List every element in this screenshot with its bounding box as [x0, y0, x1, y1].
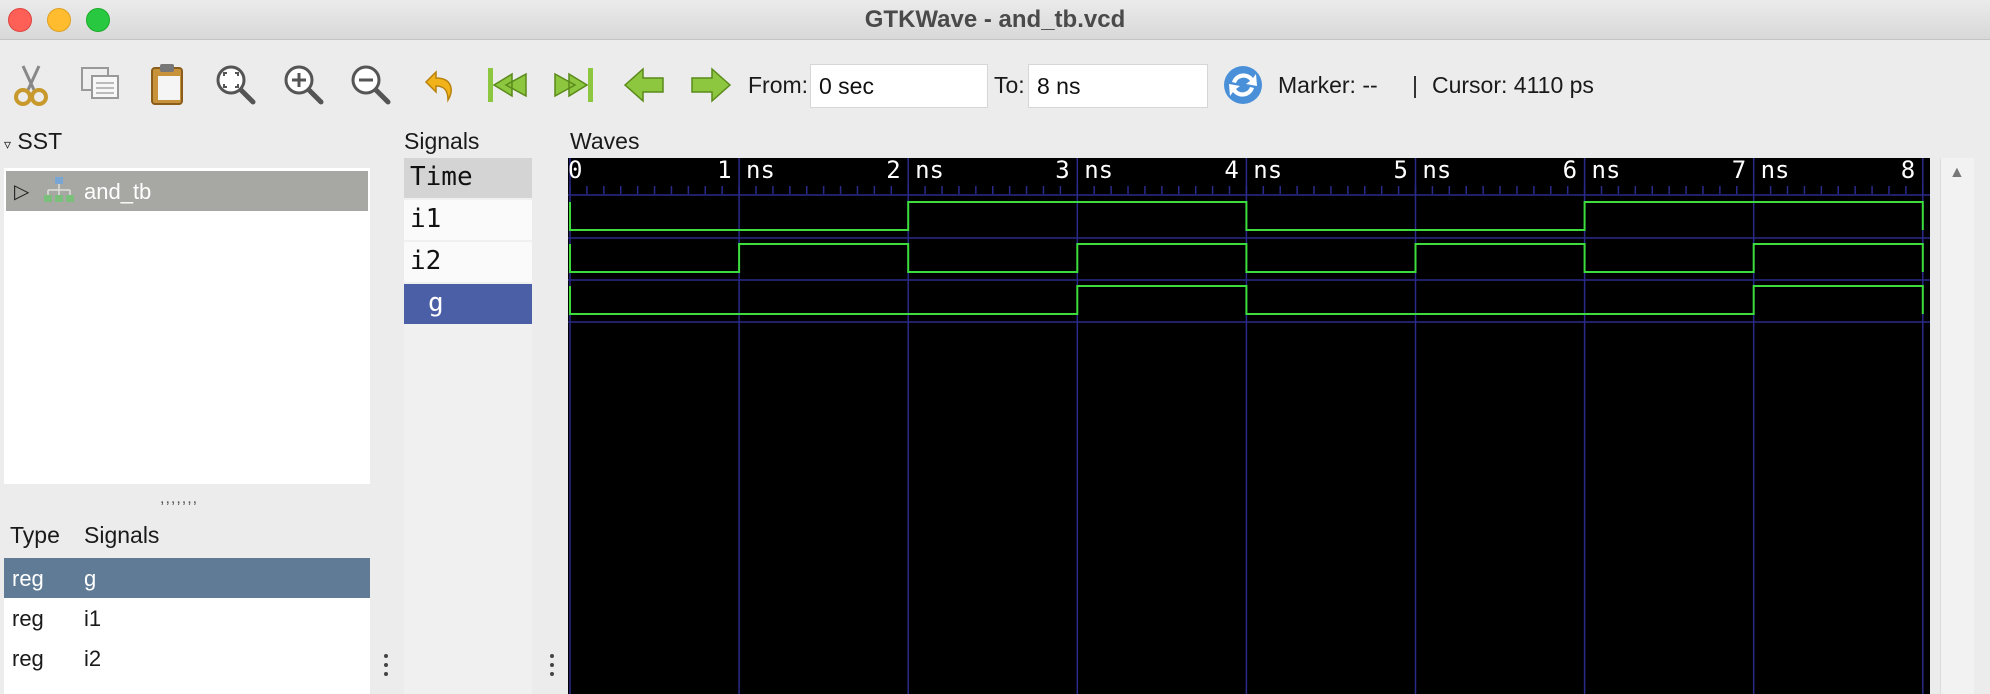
from-input[interactable]: [810, 64, 988, 108]
copy-icon[interactable]: [76, 60, 126, 110]
waveform-trace-i1: [569, 201, 1924, 231]
time-label: 0: [568, 158, 582, 184]
signals-list[interactable]: Time i1 i2 g: [404, 158, 532, 694]
to-label: To:: [994, 72, 1025, 98]
time-label: 3 ns: [1055, 158, 1113, 184]
signal-cell: g: [84, 566, 97, 591]
time-label: 7 ns: [1732, 158, 1790, 184]
marker-readout: Marker: --: [1278, 72, 1378, 98]
tree-node-label: and_tb: [84, 179, 152, 204]
sst-signal-table[interactable]: reg g reg i1 reg i2: [4, 558, 370, 694]
hierarchy-icon: [42, 175, 76, 207]
cut-icon[interactable]: [6, 60, 56, 110]
type-column-header: Type: [10, 522, 60, 548]
type-cell: reg: [12, 646, 44, 671]
reload-icon[interactable]: [1218, 60, 1268, 110]
signal-item-i1[interactable]: i1: [404, 200, 532, 240]
arrow-left-icon[interactable]: [619, 60, 669, 110]
vertical-scrollbar[interactable]: ▲: [1940, 158, 1974, 694]
zoom-out-icon[interactable]: [346, 60, 396, 110]
time-label: 2 ns: [886, 158, 944, 184]
zoom-fit-icon[interactable]: [211, 60, 261, 110]
waveform-trace-i2: [569, 243, 1924, 273]
sst-header[interactable]: ▿ SST: [4, 128, 62, 155]
toolbar: From: To: Marker: -- Cursor: 4110 ps: [0, 44, 1990, 126]
waveform-svg[interactable]: 0 1 ns 2 ns 3 ns 4 ns 5 ns 6 ns 7 ns 8 n: [568, 158, 1930, 694]
to-input[interactable]: [1028, 64, 1208, 108]
waveform-trace-g: [569, 285, 1924, 315]
waveform-canvas[interactable]: 0 1 ns 2 ns 3 ns 4 ns 5 ns 6 ns 7 ns 8 n: [568, 158, 1930, 694]
jump-end-icon[interactable]: [549, 60, 599, 110]
signal-item-g[interactable]: g: [404, 284, 532, 324]
jump-start-icon[interactable]: [482, 60, 532, 110]
signal-cell: i1: [84, 606, 102, 631]
zoom-in-icon[interactable]: [279, 60, 329, 110]
time-label: 1 ns: [717, 158, 775, 184]
scroll-up-arrow-icon[interactable]: ▲: [1949, 164, 1965, 182]
toolbar-separator: [1414, 76, 1416, 98]
arrow-right-icon[interactable]: [686, 60, 736, 110]
sst-tree[interactable]: ▷ and_tb: [4, 168, 370, 484]
pane-splitter-handle[interactable]: ,,,,,,,: [160, 490, 198, 508]
title-bar: GTKWave - and_tb.vcd: [0, 0, 1990, 40]
signal-item-time[interactable]: Time: [404, 158, 532, 198]
cursor-readout: Cursor: 4110 ps: [1432, 72, 1594, 98]
time-label: 5 ns: [1394, 158, 1452, 184]
type-cell: reg: [12, 606, 44, 631]
table-row[interactable]: reg i1: [4, 598, 370, 638]
from-label: From:: [748, 72, 809, 98]
signals-column-header: Signals: [84, 522, 160, 548]
window-title: GTKWave - and_tb.vcd: [864, 6, 1126, 33]
table-row[interactable]: reg g: [4, 558, 370, 598]
type-cell: reg: [12, 566, 44, 591]
time-label: 4 ns: [1224, 158, 1282, 184]
expand-arrow-icon[interactable]: ▷: [14, 179, 29, 204]
table-row[interactable]: reg i2: [4, 638, 370, 678]
undo-icon[interactable]: [416, 60, 466, 110]
signals-panel-header: Signals: [404, 128, 480, 154]
time-label: 8 n: [1901, 158, 1930, 184]
signal-cell: i2: [84, 646, 102, 671]
tree-node-and-tb[interactable]: ▷ and_tb: [6, 171, 368, 211]
sst-header-label: SST: [17, 128, 63, 154]
pane-resize-handle[interactable]: [382, 654, 390, 694]
signal-item-i2[interactable]: i2: [404, 242, 532, 282]
waves-panel-header: Waves: [570, 128, 640, 154]
paste-icon[interactable]: [144, 60, 194, 110]
pane-resize-handle[interactable]: [548, 654, 556, 694]
time-label: 6 ns: [1563, 158, 1621, 184]
